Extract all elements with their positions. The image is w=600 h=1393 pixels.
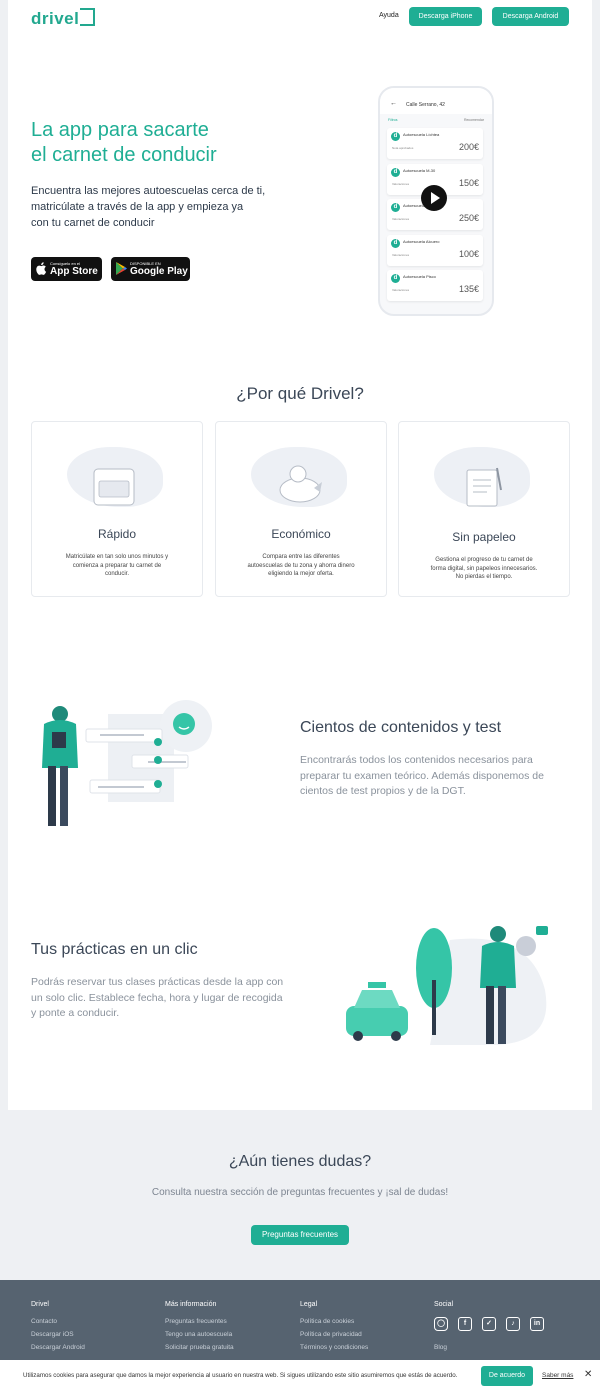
- footer-link[interactable]: Política de privacidad: [300, 1331, 362, 1338]
- feature-text: Matricúlate en tan solo unos minutos y co…: [65, 554, 169, 577]
- phone-address: Calle Serrano, 42: [406, 102, 445, 108]
- footer-link[interactable]: Política de cookies: [300, 1318, 354, 1325]
- feature-card-economic: Económico Compara entre las diferentes au…: [215, 421, 387, 597]
- instagram-icon[interactable]: ◯: [434, 1317, 448, 1331]
- close-icon[interactable]: ✕: [584, 1369, 592, 1380]
- feature-text: Gestiona el progreso de tu carnet de form…: [430, 557, 538, 580]
- play-video-button[interactable]: [421, 185, 447, 211]
- hero-title: La app para sacarte el carnet de conduci…: [31, 119, 217, 166]
- why-title: ¿Por qué Drivel?: [236, 384, 364, 403]
- cookie-more-link[interactable]: Saber más: [542, 1372, 573, 1379]
- footer-col-legal: Legal: [300, 1301, 318, 1308]
- tiktok-icon[interactable]: ♪: [506, 1317, 520, 1331]
- contents-title: Cientos de contenidos y test: [300, 719, 502, 736]
- hero-description: Encuentra las mejores autoescuelas cerca…: [31, 185, 266, 229]
- feature-title: Económico: [271, 527, 331, 541]
- document-icon: [466, 467, 502, 507]
- practice-text: Podrás reservar tus clases prácticas des…: [31, 976, 284, 1019]
- study-illustration: [42, 700, 212, 826]
- twitter-icon[interactable]: ✓: [482, 1317, 496, 1331]
- feature-title: Sin papeleo: [452, 530, 516, 544]
- help-link[interactable]: Ayuda: [379, 12, 399, 19]
- footer-col-info: Más información: [165, 1301, 217, 1308]
- phone-header: ← Calle Serrano, 42: [380, 88, 492, 114]
- cookie-text: Utilizamos cookies para asegurar que dam…: [23, 1372, 458, 1379]
- download-iphone-button[interactable]: Descarga iPhone: [409, 7, 482, 26]
- school-card: d Autoescuela Alcuero Valoraciones 100€: [387, 235, 483, 266]
- footer-col-social: Social: [434, 1301, 454, 1308]
- download-android-button[interactable]: Descarga Android: [492, 7, 569, 26]
- google-play-icon: [116, 262, 127, 275]
- piggy-bank-icon: [279, 465, 322, 503]
- facebook-icon[interactable]: f: [458, 1317, 472, 1331]
- google-play-badge[interactable]: DISPONIBLE EN Google Play: [111, 257, 190, 281]
- feature-card-paperless: Sin papeleo Gestiona el progreso de tu c…: [398, 421, 570, 597]
- faq-title: ¿Aún tienes dudas?: [228, 1153, 372, 1170]
- feature-text: Compara entre las diferentes autoescuelas…: [247, 554, 355, 577]
- practice-title: Tus prácticas en un clic: [31, 941, 198, 958]
- footer-link[interactable]: Descargar Android: [31, 1344, 85, 1351]
- school-card: d Autoescuela Líchtea Nota aprobados 200€: [387, 128, 483, 159]
- footer-link[interactable]: Preguntas frecuentes: [165, 1318, 227, 1325]
- phone-filters: Filtros: [388, 118, 398, 122]
- app-store-badge[interactable]: Consíguelo en el App Store: [31, 257, 102, 281]
- school-card: d Autoescuela Pisco Valoraciones 135€: [387, 270, 483, 301]
- contents-text: Encontrarás todos los contenidos necesar…: [300, 754, 544, 797]
- footer-link[interactable]: Contacto: [31, 1318, 57, 1325]
- footer-link[interactable]: Solicitar prueba gratuita: [165, 1344, 234, 1351]
- footer-link-blog[interactable]: Blog: [434, 1344, 447, 1351]
- driving-illustration: [346, 926, 548, 1045]
- feature-card-fast: Rápido Matricúlate en tan solo unos minu…: [31, 421, 203, 597]
- apple-icon: [36, 262, 47, 275]
- footer-col-drivel: Drivel: [31, 1301, 49, 1308]
- faq-button[interactable]: Preguntas frecuentes: [251, 1225, 349, 1245]
- phone-sort: Recomendar: [463, 118, 484, 122]
- footer-link[interactable]: Tengo una autoescuela: [165, 1331, 232, 1338]
- footer-link[interactable]: Descargar iOS: [31, 1331, 74, 1338]
- faq-text: Consulta nuestra sección de preguntas fr…: [151, 1187, 449, 1198]
- back-arrow-icon: ←: [390, 100, 397, 107]
- linkedin-icon[interactable]: in: [530, 1317, 544, 1331]
- cookie-accept-button[interactable]: De acuerdo: [481, 1366, 533, 1386]
- feature-title: Rápido: [97, 527, 137, 541]
- drivel-logo[interactable]: drivel: [31, 8, 96, 29]
- phone-card-icon: [93, 468, 135, 506]
- footer-link[interactable]: Términos y condiciones: [300, 1344, 368, 1351]
